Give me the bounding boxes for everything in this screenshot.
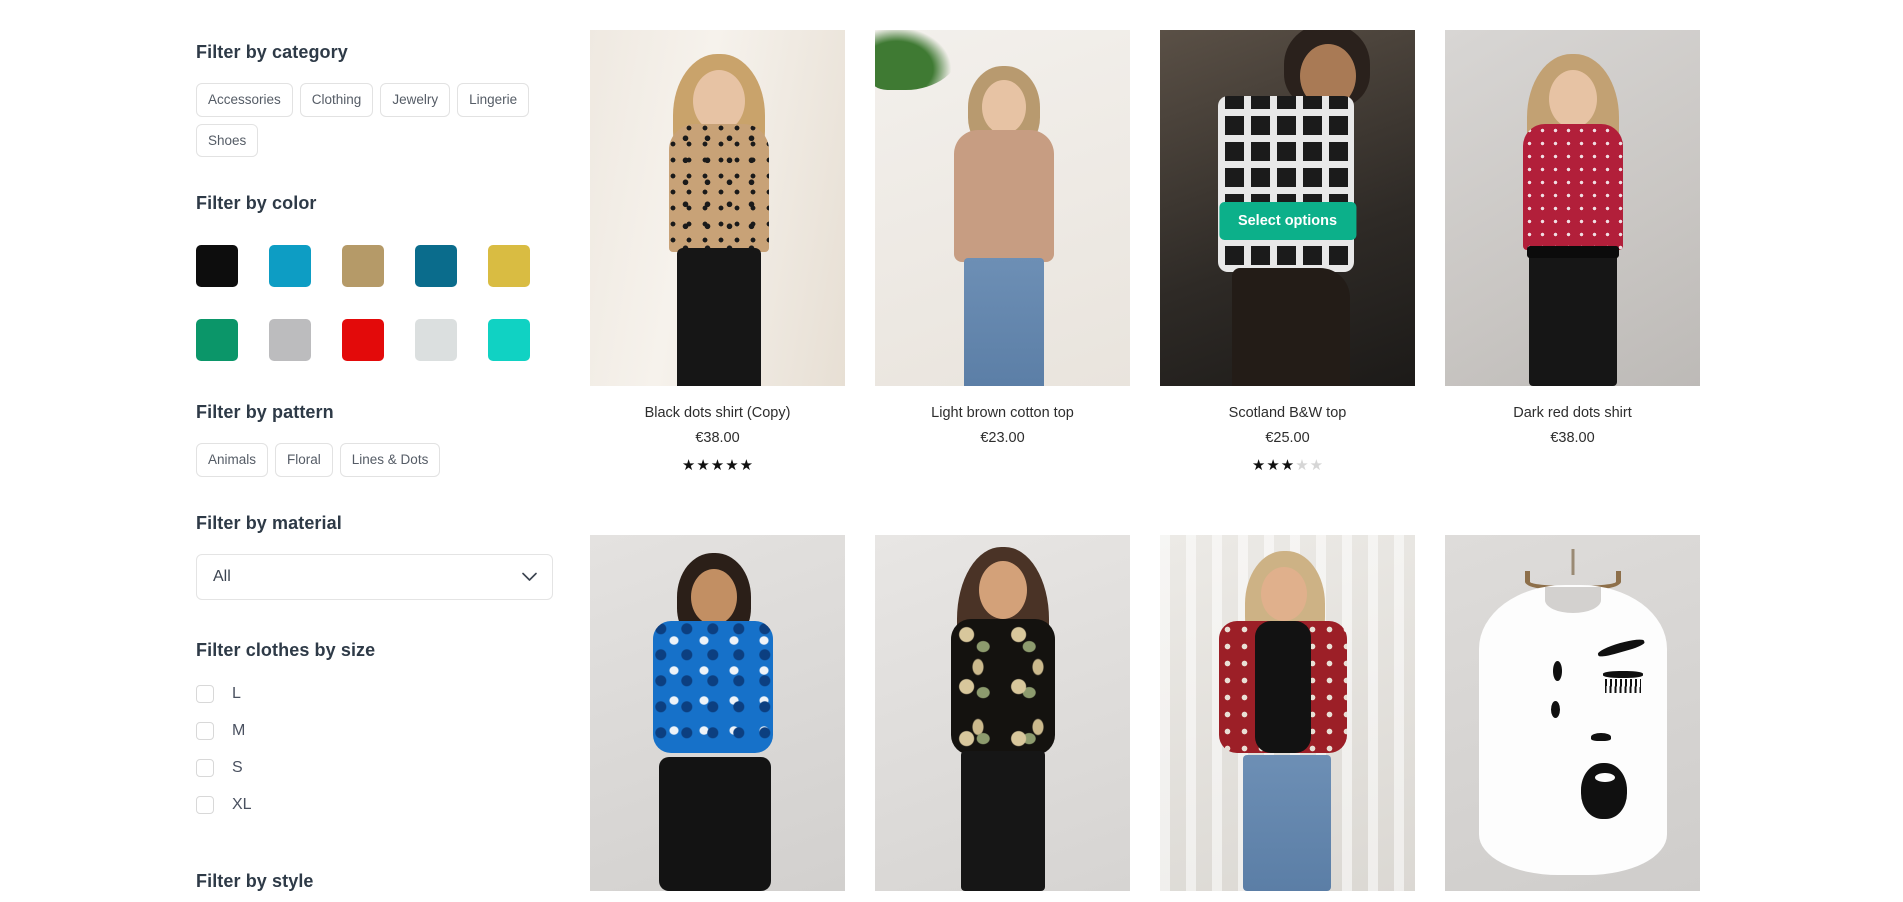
size-check-list: L M S XL <box>196 679 566 820</box>
color-swatch-tan[interactable] <box>342 245 384 287</box>
product-image[interactable] <box>1445 30 1700 386</box>
star-empty: ★ <box>1309 456 1324 474</box>
product-price: €25.00 <box>1265 430 1310 447</box>
pattern-pill-row: Animals Floral Lines & Dots <box>196 443 566 477</box>
color-swatch-black[interactable] <box>196 245 238 287</box>
product-title: Black dots shirt (Copy) <box>644 405 791 421</box>
filter-category-block: Filter by category Accessories Clothing … <box>196 42 566 157</box>
size-label-s: S <box>232 758 243 776</box>
star-filled: ★ <box>739 456 754 474</box>
size-checkbox-xl[interactable] <box>196 795 214 814</box>
size-label-m: M <box>232 721 246 739</box>
product-title: Scotland B&W top <box>1228 405 1347 421</box>
star-filled: ★ <box>710 456 725 474</box>
select-options-button[interactable]: Select options <box>1218 202 1357 240</box>
size-checkbox-row-l[interactable]: L <box>196 679 566 709</box>
filter-style-title: Filter by style <box>196 870 314 891</box>
product-image[interactable] <box>875 30 1130 386</box>
product-card[interactable]: Select options Scotland B&W top €25.00 ★… <box>1160 30 1415 473</box>
filter-color-block: Filter by color <box>196 193 566 370</box>
product-card[interactable]: Red floral B&W shirt <box>1160 535 1415 902</box>
pattern-pill-animals[interactable]: Animals <box>196 443 269 477</box>
color-swatch-grid <box>196 236 566 370</box>
star-empty: ★ <box>1295 456 1309 474</box>
product-grid: Black dots shirt (Copy) €38.00 ★ ★ ★ ★ ★ <box>590 0 1903 902</box>
material-select-value: All <box>213 567 231 585</box>
color-swatch-grey[interactable] <box>269 319 311 361</box>
size-checkbox-row-s[interactable]: S <box>196 753 566 783</box>
product-rating: ★ ★ ★ ★ ★ <box>590 456 845 474</box>
color-swatch-light-grey[interactable] <box>415 319 457 361</box>
category-pill-lingerie[interactable]: Lingerie <box>457 83 530 117</box>
star-filled: ★ <box>1280 456 1295 474</box>
size-checkbox-s[interactable] <box>196 758 214 777</box>
product-card[interactable]: Face print t-shirt <box>1445 535 1700 902</box>
category-pill-jewelry[interactable]: Jewelry <box>380 83 451 117</box>
star-filled: ★ <box>725 456 739 474</box>
product-image[interactable] <box>1160 535 1415 891</box>
category-pill-clothing[interactable]: Clothing <box>299 83 374 117</box>
product-card[interactable]: Slim floral black shirt <box>875 535 1130 902</box>
category-pill-accessories[interactable]: Accessories <box>196 83 293 117</box>
star-filled: ★ <box>1266 456 1280 474</box>
size-label-l: L <box>232 684 241 702</box>
size-checkbox-m[interactable] <box>196 721 214 740</box>
shop-page: Filter by category Accessories Clothing … <box>0 0 1903 902</box>
pattern-pill-lines-and-dots[interactable]: Lines & Dots <box>339 443 441 477</box>
star-filled: ★ <box>1251 456 1266 474</box>
filter-sidebar: Filter by category Accessories Clothing … <box>196 0 566 902</box>
product-image[interactable] <box>1445 535 1700 891</box>
color-swatch-red[interactable] <box>342 319 384 361</box>
filter-size-title: Filter clothes by size <box>196 639 376 660</box>
category-pill-row: Accessories Clothing Jewelry Lingerie Sh… <box>196 83 566 157</box>
filter-style-block: Filter by style Bohemien <box>196 871 566 902</box>
color-swatch-green[interactable] <box>196 319 238 361</box>
product-title: Dark red dots shirt <box>1513 405 1632 421</box>
product-price: €23.00 <box>980 430 1025 447</box>
product-image[interactable] <box>875 535 1130 891</box>
product-price: €38.00 <box>695 430 740 447</box>
color-swatch-cyan-blue[interactable] <box>269 245 311 287</box>
color-swatch-turquoise[interactable] <box>488 319 530 361</box>
filter-color-title: Filter by color <box>196 193 317 213</box>
product-card[interactable]: Dark red dots shirt €38.00 <box>1445 30 1700 448</box>
filter-material-title: Filter by material <box>196 512 342 533</box>
filter-material-block: Filter by material All <box>196 513 566 600</box>
material-select[interactable]: All <box>196 553 553 600</box>
product-card[interactable]: Light brown cotton top €23.00 <box>875 30 1130 448</box>
filter-category-title: Filter by category <box>196 42 348 62</box>
material-select-wrap: All <box>196 553 553 600</box>
pattern-pill-floral[interactable]: Floral <box>275 443 333 477</box>
filter-pattern-title: Filter by pattern <box>196 402 334 422</box>
product-rating: ★ ★ ★ ★ ★ <box>1160 456 1415 474</box>
product-title: Light brown cotton top <box>931 405 1074 421</box>
product-card[interactable]: Black dots shirt (Copy) €38.00 ★ ★ ★ ★ ★ <box>590 30 845 473</box>
star-filled: ★ <box>696 456 710 474</box>
product-image[interactable] <box>590 535 845 891</box>
size-checkbox-row-xl[interactable]: XL <box>196 790 566 820</box>
category-pill-shoes[interactable]: Shoes <box>196 123 259 157</box>
product-image[interactable] <box>590 30 845 386</box>
product-image[interactable]: Select options <box>1160 30 1415 386</box>
color-swatch-gold[interactable] <box>488 245 530 287</box>
color-swatch-teal-blue[interactable] <box>415 245 457 287</box>
size-checkbox-l[interactable] <box>196 684 214 703</box>
product-card[interactable]: Animalier black shirt <box>590 535 845 902</box>
filter-pattern-block: Filter by pattern Animals Floral Lines &… <box>196 402 566 477</box>
size-label-xl: XL <box>232 795 252 813</box>
size-checkbox-row-m[interactable]: M <box>196 716 566 746</box>
filter-size-block: Filter clothes by size L M S XL <box>196 640 566 820</box>
star-filled: ★ <box>681 456 696 474</box>
product-price: €38.00 <box>1550 430 1595 447</box>
